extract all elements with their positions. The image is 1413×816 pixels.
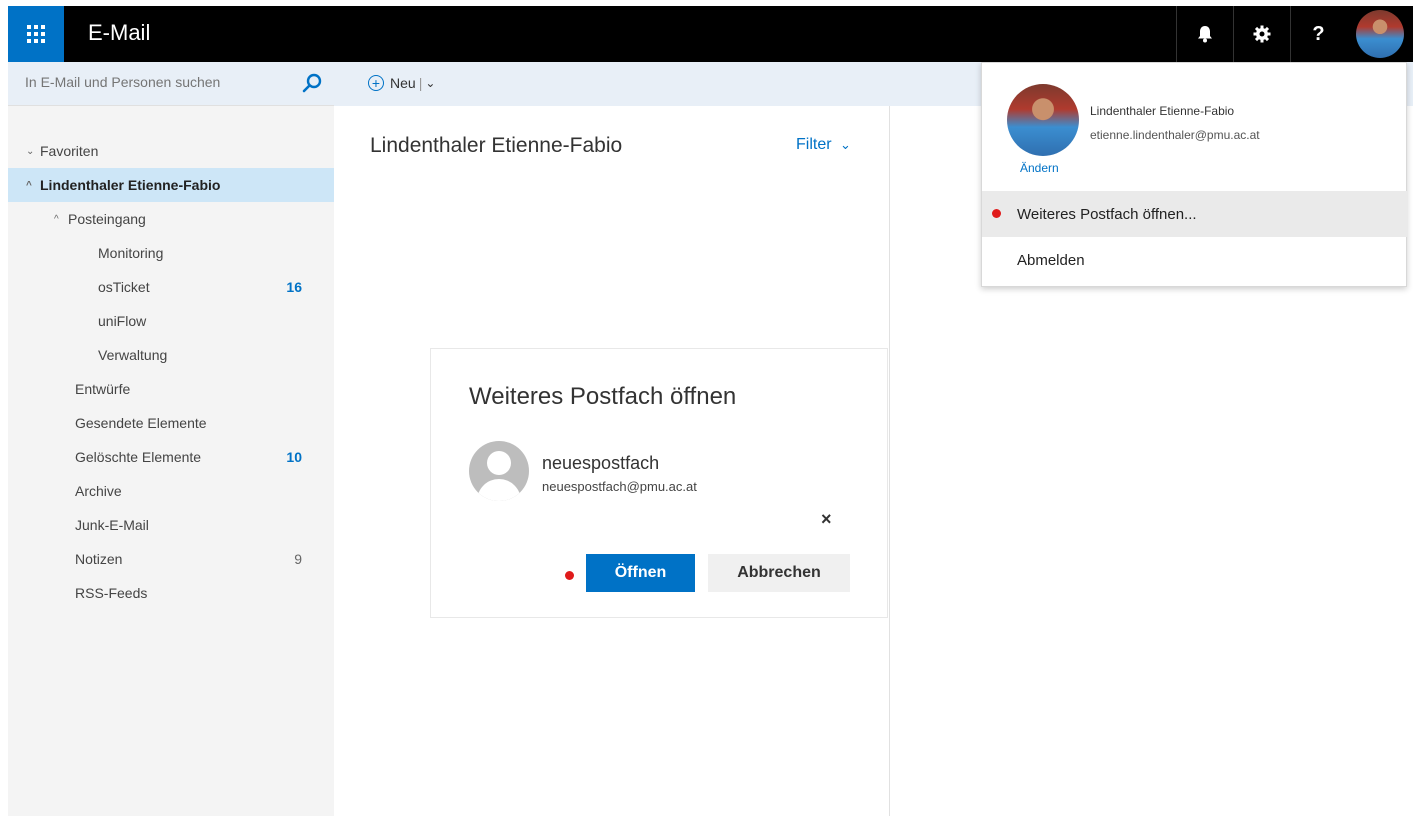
- folder-osticket[interactable]: osTicket 16: [8, 270, 334, 304]
- open-other-mailbox-item[interactable]: Weiteres Postfach öffnen...: [982, 191, 1408, 237]
- account-avatar-button[interactable]: [1347, 6, 1413, 62]
- separator: |: [418, 75, 423, 91]
- chevron-down-icon[interactable]: ⌄: [425, 76, 435, 90]
- unread-count: 10: [286, 449, 302, 465]
- folder-label: Verwaltung: [98, 347, 168, 363]
- settings-button[interactable]: [1233, 6, 1289, 62]
- open-button[interactable]: Öffnen: [586, 554, 695, 592]
- gear-icon: [1253, 25, 1270, 43]
- folder-label: Lindenthaler Etienne-Fabio: [40, 177, 221, 193]
- open-mailbox-dialog: Weiteres Postfach öffnen neuespostfach n…: [430, 348, 888, 618]
- folder-label: osTicket: [98, 279, 150, 295]
- help-icon: ?: [1312, 22, 1325, 45]
- folder-label: Posteingang: [68, 211, 146, 227]
- chevron-down-icon: ⌄: [26, 145, 35, 157]
- folder-list: ⌄ Favoriten ^ Lindenthaler Etienne-Fabio…: [8, 134, 334, 610]
- folder-label: Junk-E-Mail: [75, 517, 149, 533]
- folder-label: Monitoring: [98, 245, 164, 261]
- app-launcher-button[interactable]: [8, 6, 64, 62]
- avatar: [1356, 10, 1404, 58]
- new-label: Neu: [390, 75, 416, 91]
- mailbox-name: neuespostfach: [542, 453, 660, 473]
- dialog-title: Weiteres Postfach öffnen: [469, 383, 737, 410]
- folder-rss[interactable]: RSS-Feeds: [8, 576, 334, 610]
- folder-deleted[interactable]: Gelöschte Elemente 10: [8, 440, 334, 474]
- folder-uniflow[interactable]: uniFlow: [8, 304, 334, 338]
- app-title[interactable]: E-Mail: [88, 20, 150, 46]
- folder-sent[interactable]: Gesendete Elemente: [8, 406, 334, 440]
- chevron-up-icon: ^: [26, 179, 32, 191]
- app-launcher-icon: [27, 25, 45, 43]
- account-menu: Ändern Lindenthaler Etienne-Fabio etienn…: [981, 62, 1408, 287]
- folder-label: Entwürfe: [75, 381, 131, 397]
- folder-label: RSS-Feeds: [75, 585, 148, 601]
- folder-pane: ⌄ Favoriten ^ Lindenthaler Etienne-Fabio…: [8, 62, 334, 816]
- folder-drafts[interactable]: Entwürfe: [8, 372, 334, 406]
- cancel-button[interactable]: Abbrechen: [708, 554, 850, 592]
- folder-notes[interactable]: Notizen 9: [8, 542, 334, 576]
- folder-label: uniFlow: [98, 313, 147, 329]
- item-count: 9: [294, 551, 302, 567]
- chevron-up-icon: ^: [54, 213, 59, 225]
- person-placeholder-icon: [469, 441, 529, 501]
- plus-icon: +: [368, 75, 384, 91]
- annotation-dot: [992, 209, 1001, 218]
- folder-inbox[interactable]: ^ Posteingang: [8, 202, 334, 236]
- folder-verwaltung[interactable]: Verwaltung: [8, 338, 334, 372]
- avatar: [1007, 84, 1079, 156]
- mailbox-email: neuespostfach@pmu.ac.at: [542, 479, 697, 494]
- annotation-dot: [565, 571, 574, 580]
- folder-label: Gesendete Elemente: [75, 415, 207, 431]
- folder-favorites[interactable]: ⌄ Favoriten: [8, 134, 334, 168]
- remove-mailbox-icon[interactable]: ×: [821, 509, 832, 530]
- message-list-title: Lindenthaler Etienne-Fabio: [370, 134, 623, 157]
- account-name: Lindenthaler Etienne-Fabio: [1090, 104, 1235, 118]
- folder-junk[interactable]: Junk-E-Mail: [8, 508, 334, 542]
- notifications-button[interactable]: [1176, 6, 1232, 62]
- top-bar: E-Mail ?: [8, 6, 1413, 62]
- folder-archive[interactable]: Archive: [8, 474, 334, 508]
- filter-label: Filter: [796, 136, 832, 153]
- search-bar: [8, 62, 334, 106]
- folder-label: Notizen: [75, 551, 123, 567]
- change-photo-link[interactable]: Ändern: [1020, 161, 1059, 175]
- bell-icon: [1197, 26, 1212, 43]
- folder-label: Favoriten: [40, 143, 99, 159]
- search-input[interactable]: [25, 74, 285, 90]
- folder-monitoring[interactable]: Monitoring: [8, 236, 334, 270]
- unread-count: 16: [286, 279, 302, 295]
- account-email: etienne.lindenthaler@pmu.ac.at: [1090, 128, 1260, 142]
- chevron-down-icon: ⌄: [840, 137, 851, 152]
- help-button[interactable]: ?: [1290, 6, 1346, 62]
- account-photo: [1007, 84, 1079, 156]
- filter-button[interactable]: Filter ⌄: [796, 136, 851, 154]
- folder-label: Gelöschte Elemente: [75, 449, 202, 465]
- search-icon[interactable]: [302, 73, 322, 93]
- folder-label: Archive: [75, 483, 122, 499]
- folder-account[interactable]: ^ Lindenthaler Etienne-Fabio: [8, 168, 334, 202]
- new-message-button[interactable]: + Neu | ⌄: [368, 75, 435, 91]
- logout-item[interactable]: Abmelden: [982, 237, 1408, 283]
